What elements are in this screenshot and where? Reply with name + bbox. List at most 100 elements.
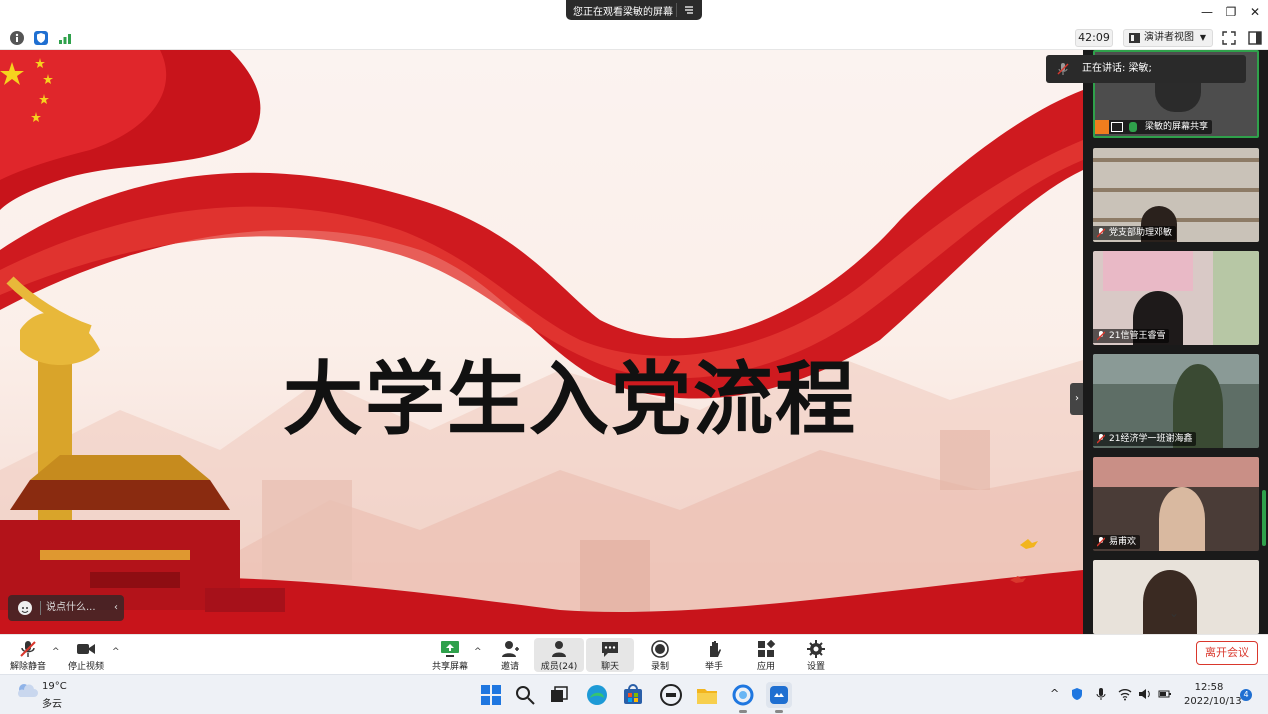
video-camera-icon bbox=[77, 644, 95, 654]
avatar bbox=[1159, 487, 1205, 551]
record-label: 录制 bbox=[650, 662, 669, 672]
info-icon[interactable] bbox=[10, 31, 24, 45]
dell-icon[interactable] bbox=[658, 682, 684, 708]
unmute-label: 解除静音 bbox=[9, 662, 46, 672]
windows-taskbar: 19°C 多云 ^ 12:58 2022/10/13 4 bbox=[0, 674, 1268, 714]
sidebar-toggle-icon[interactable] bbox=[1248, 31, 1262, 45]
meeting-controls: 解除静音 ^ 停止视频 ^ 共享屏幕 ^ 邀请 成员(24) 聊天 录制 举手 … bbox=[0, 634, 1268, 674]
emoji-icon[interactable] bbox=[18, 601, 32, 615]
participant-name-tag: 易甫欢 bbox=[1093, 535, 1141, 549]
chevron-up-icon[interactable]: ^ bbox=[52, 647, 60, 657]
participant-name-tag: 党支部助理邓敏 bbox=[1093, 226, 1177, 240]
chevron-up-icon[interactable]: ^ bbox=[1050, 687, 1064, 701]
raise-hand-button[interactable]: 举手 bbox=[690, 638, 738, 672]
settings-label: 设置 bbox=[806, 662, 825, 672]
shield-icon[interactable] bbox=[34, 31, 48, 45]
participant-tile[interactable]: 21经济学一班谢海鑫 bbox=[1093, 354, 1259, 448]
shared-screen-slide: 大学生入党流程 说点什么... ‹ › bbox=[0, 50, 1083, 634]
minimize-icon[interactable]: — bbox=[1200, 5, 1214, 19]
participant-gallery: 梁敏的屏幕共享 党支部助理邓敏 21信管王睿雪 21经济学一班谢海鑫 易甫欢 ⌄ bbox=[1083, 50, 1268, 634]
search-icon[interactable] bbox=[512, 682, 538, 708]
participant-name-tag: 梁敏的屏幕共享 bbox=[1095, 120, 1213, 134]
cloud-icon bbox=[17, 684, 38, 697]
record-button[interactable]: 录制 bbox=[636, 638, 684, 672]
chevron-down-icon[interactable]: ⌄ bbox=[1169, 606, 1183, 620]
mic-on-icon bbox=[1129, 122, 1137, 132]
participant-name-tag: 21经济学一班谢海鑫 bbox=[1093, 432, 1197, 446]
raise-hand-label: 举手 bbox=[704, 662, 723, 672]
edge-browser-icon[interactable] bbox=[584, 682, 610, 708]
fullscreen-icon[interactable] bbox=[1222, 31, 1236, 45]
speaker-label: 正在讲话: 梁敏; bbox=[1082, 63, 1152, 74]
view-mode-label: 演讲者视图 bbox=[1144, 32, 1194, 43]
system-clock[interactable]: 12:58 2022/10/13 bbox=[1184, 681, 1242, 709]
chat-input-bubble[interactable]: 说点什么... ‹ bbox=[8, 595, 124, 621]
wifi-icon[interactable] bbox=[1118, 687, 1132, 701]
unmute-button[interactable]: 解除静音 bbox=[4, 638, 52, 672]
chevron-down-icon: ▼ bbox=[1199, 33, 1206, 42]
security-shield-icon[interactable] bbox=[1070, 687, 1084, 701]
chat-label: 聊天 bbox=[600, 662, 619, 672]
participant-name: 党支部助理邓敏 bbox=[1109, 228, 1173, 238]
apps-button[interactable]: 应用 bbox=[742, 638, 790, 672]
meeting-top-toolbar: 42:09 演讲者视图 ▼ bbox=[0, 26, 1268, 50]
muted-mic-icon bbox=[1097, 434, 1105, 444]
menu-icon[interactable] bbox=[684, 5, 694, 15]
chat-button[interactable]: 聊天 bbox=[586, 638, 634, 672]
participant-tile[interactable]: 易甫欢 bbox=[1093, 457, 1259, 551]
host-icon bbox=[1095, 120, 1109, 134]
chevron-up-icon[interactable]: ^ bbox=[474, 647, 482, 657]
meeting-app-icon[interactable] bbox=[766, 682, 792, 713]
muted-mic-icon bbox=[1097, 331, 1105, 341]
leave-meeting-button[interactable]: 离开会议 bbox=[1196, 641, 1258, 665]
chat-placeholder: 说点什么... bbox=[46, 602, 96, 613]
share-banner-text: 您正在观看梁敏的屏幕 bbox=[573, 6, 673, 18]
weather-widget[interactable]: 19°C 多云 bbox=[16, 681, 67, 710]
muted-mic-icon bbox=[1097, 537, 1105, 547]
muted-mic-icon bbox=[20, 641, 36, 657]
share-screen-button[interactable]: 共享屏幕 bbox=[426, 638, 474, 672]
gallery-scrollbar[interactable] bbox=[1262, 490, 1266, 546]
start-menu-icon[interactable] bbox=[478, 682, 504, 708]
chevron-up-icon[interactable]: ^ bbox=[112, 647, 120, 657]
apps-label: 应用 bbox=[756, 662, 775, 672]
stop-video-button[interactable]: 停止视频 bbox=[62, 638, 110, 672]
muted-mic-icon bbox=[1057, 63, 1069, 75]
battery-icon[interactable] bbox=[1158, 687, 1172, 701]
temperature-text: 19°C bbox=[42, 681, 67, 692]
settings-button[interactable]: 设置 bbox=[792, 638, 840, 672]
screen-share-banner[interactable]: 您正在观看梁敏的屏幕 bbox=[566, 0, 702, 20]
participant-name-tag: 21信管王睿雪 bbox=[1093, 329, 1170, 343]
volume-icon[interactable] bbox=[1138, 687, 1152, 701]
participant-name: 易甫欢 bbox=[1109, 537, 1137, 547]
notification-badge[interactable]: 4 bbox=[1240, 689, 1252, 701]
participant-tile[interactable]: 21信管王睿雪 bbox=[1093, 251, 1259, 345]
title-bar: 您正在观看梁敏的屏幕 — ❐ ✕ bbox=[0, 0, 1268, 26]
members-button[interactable]: 成员(24) bbox=[534, 638, 584, 672]
collapse-gallery-button[interactable]: › bbox=[1070, 383, 1083, 415]
participant-tile[interactable]: 党支部助理邓敏 bbox=[1093, 148, 1259, 242]
muted-mic-icon bbox=[1097, 228, 1105, 238]
speaker-view-icon bbox=[1129, 33, 1140, 43]
stop-video-label: 停止视频 bbox=[67, 662, 104, 672]
signal-icon[interactable] bbox=[58, 31, 72, 45]
invite-button[interactable]: 邀请 bbox=[486, 638, 534, 672]
apps-icon bbox=[758, 640, 776, 657]
clock-date: 2022/10/13 bbox=[1184, 696, 1242, 707]
clock-time: 12:58 bbox=[1194, 682, 1224, 693]
close-icon[interactable]: ✕ bbox=[1248, 5, 1262, 19]
participant-tile[interactable]: ⌄ bbox=[1093, 560, 1259, 634]
members-label: 成员(24) bbox=[540, 662, 578, 672]
add-user-icon bbox=[502, 641, 519, 657]
store-icon[interactable] bbox=[620, 682, 646, 708]
task-view-icon[interactable] bbox=[546, 682, 572, 708]
participant-name: 梁敏的屏幕共享 bbox=[1145, 122, 1209, 132]
view-mode-dropdown[interactable]: 演讲者视图 ▼ bbox=[1123, 29, 1213, 47]
file-explorer-icon[interactable] bbox=[694, 682, 720, 708]
chevron-left-icon[interactable]: ‹ bbox=[114, 595, 118, 621]
browser-app-icon[interactable] bbox=[730, 682, 756, 713]
screen-share-icon bbox=[1111, 122, 1123, 132]
restore-icon[interactable]: ❐ bbox=[1224, 5, 1238, 19]
gear-icon bbox=[807, 640, 825, 658]
microphone-icon[interactable] bbox=[1094, 687, 1108, 701]
